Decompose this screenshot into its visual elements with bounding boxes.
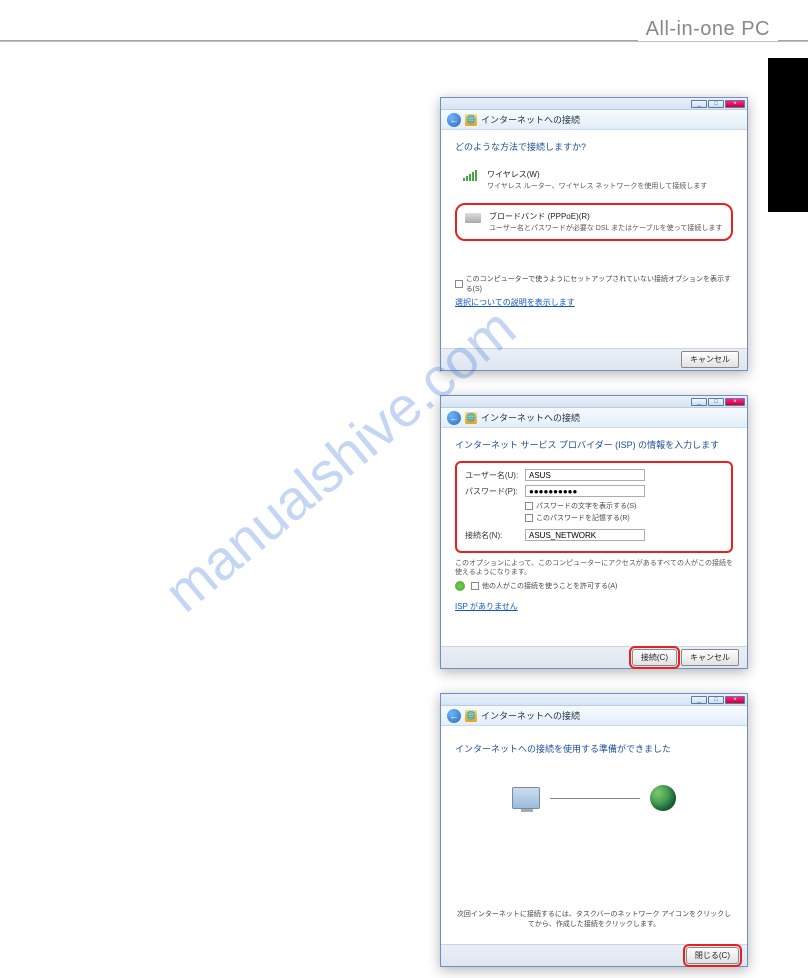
dialog-header: ← 🌐 インターネットへの接続 bbox=[441, 706, 747, 726]
window-controls: _ □ × bbox=[441, 694, 747, 706]
maximize-button[interactable]: □ bbox=[708, 398, 724, 406]
connect-button[interactable]: 接続(C) bbox=[632, 649, 677, 666]
minimize-button[interactable]: _ bbox=[691, 696, 707, 704]
connection-name-label: 接続名(N): bbox=[465, 530, 519, 541]
ready-message: インターネットへの接続を使用する準備ができました bbox=[455, 742, 733, 755]
username-label: ユーザー名(U): bbox=[465, 470, 519, 481]
dialog-title: インターネットへの接続 bbox=[481, 709, 580, 722]
dialog-content: インターネットへの接続を使用する準備ができました 次回インターネットに接続するに… bbox=[441, 726, 747, 944]
connect-dialog-isp: _ □ × ← 🌐 インターネットへの接続 インターネット サービス プロバイダ… bbox=[440, 395, 748, 669]
network-icon: 🌐 bbox=[465, 710, 477, 722]
dialog-header: ← 🌐 インターネットへの接続 bbox=[441, 408, 747, 428]
dialog-content: インターネット サービス プロバイダー (ISP) の情報を入力します ユーザー… bbox=[441, 428, 747, 646]
connect-dialog-ready: _ □ × ← 🌐 インターネットへの接続 インターネットへの接続を使用する準備… bbox=[440, 693, 748, 967]
username-input[interactable] bbox=[525, 469, 645, 481]
network-icon: 🌐 bbox=[465, 412, 477, 424]
maximize-button[interactable]: □ bbox=[708, 696, 724, 704]
remember-password-row[interactable]: このパスワードを記憶する(R) bbox=[525, 513, 723, 523]
window-controls: _ □ × bbox=[441, 98, 747, 110]
prompt-text: インターネット サービス プロバイダー (ISP) の情報を入力します bbox=[455, 438, 733, 451]
globe-icon bbox=[650, 785, 676, 811]
dialog-title: インターネットへの接続 bbox=[481, 411, 580, 424]
share-note: このオプションによって、このコンピューターにアクセスがあるすべての人がこの接続を… bbox=[455, 559, 733, 577]
maximize-button[interactable]: □ bbox=[708, 100, 724, 108]
window-controls: _ □ × bbox=[441, 396, 747, 408]
cancel-button[interactable]: キャンセル bbox=[681, 649, 739, 666]
wifi-icon bbox=[463, 169, 479, 181]
network-icon: 🌐 bbox=[465, 114, 477, 126]
cancel-button[interactable]: キャンセル bbox=[681, 351, 739, 368]
allow-others-label: 他の人がこの接続を使うことを許可する(A) bbox=[482, 581, 617, 591]
show-all-row[interactable]: このコンピューターで使うようにセットアップされていない接続オプションを表示する(… bbox=[455, 274, 733, 294]
back-button[interactable]: ← bbox=[447, 411, 461, 425]
checkbox-icon[interactable] bbox=[471, 582, 479, 590]
help-link[interactable]: 選択についての説明を表示します bbox=[455, 298, 575, 307]
dialog-footer: 接続(C) キャンセル bbox=[441, 646, 747, 668]
close-dialog-button[interactable]: 閉じる(C) bbox=[686, 947, 739, 964]
close-button[interactable]: × bbox=[725, 696, 745, 704]
dialog-title: インターネットへの接続 bbox=[481, 113, 580, 126]
brand-label: All-in-one PC bbox=[638, 18, 778, 41]
show-password-row[interactable]: パスワードの文字を表示する(S) bbox=[525, 501, 723, 511]
monitor-icon bbox=[512, 787, 540, 809]
close-button[interactable]: × bbox=[725, 100, 745, 108]
dialog-content: どのような方法で接続しますか? ワイヤレス(W) ワイヤレス ルーター、ワイヤレ… bbox=[441, 130, 747, 348]
password-input[interactable] bbox=[525, 485, 645, 497]
checkbox-icon[interactable] bbox=[455, 280, 463, 288]
connection-name-input[interactable] bbox=[525, 529, 645, 541]
option-desc: ワイヤレス ルーター、ワイヤレス ネットワークを使用して接続します bbox=[487, 181, 707, 191]
checkbox-icon[interactable] bbox=[525, 514, 533, 522]
close-button[interactable]: × bbox=[725, 398, 745, 406]
remember-password-label: このパスワードを記憶する(R) bbox=[536, 513, 630, 523]
connect-dialog-method: _ □ × ← 🌐 インターネットへの接続 どのような方法で接続しますか? ワイ… bbox=[440, 97, 748, 371]
people-icon bbox=[455, 581, 465, 591]
modem-icon bbox=[465, 213, 481, 223]
connection-line-icon bbox=[550, 798, 640, 799]
no-isp-link[interactable]: ISP がありません bbox=[455, 602, 518, 611]
option-title: ワイヤレス(W) bbox=[487, 169, 707, 180]
option-broadband[interactable]: ブロードバンド (PPPoE)(R) ユーザー名とパスワードが必要な DSL ま… bbox=[455, 203, 733, 241]
prompt-text: どのような方法で接続しますか? bbox=[455, 140, 733, 153]
show-password-label: パスワードの文字を表示する(S) bbox=[536, 501, 636, 511]
connection-graphic bbox=[455, 785, 733, 811]
side-tab bbox=[768, 58, 808, 212]
dialog-footer: キャンセル bbox=[441, 348, 747, 370]
back-button[interactable]: ← bbox=[447, 113, 461, 127]
option-desc: ユーザー名とパスワードが必要な DSL またはケーブルを使って接続します bbox=[489, 223, 722, 233]
show-all-label: このコンピューターで使うようにセットアップされていない接続オプションを表示する(… bbox=[466, 274, 733, 294]
instruction-text: 次回インターネットに接続するには、タスクバーのネットワーク アイコンをクリックし… bbox=[455, 910, 733, 930]
password-label: パスワード(P): bbox=[465, 486, 519, 497]
dialog-footer: 閉じる(C) bbox=[441, 944, 747, 966]
minimize-button[interactable]: _ bbox=[691, 100, 707, 108]
option-wireless[interactable]: ワイヤレス(W) ワイヤレス ルーター、ワイヤレス ネットワークを使用して接続し… bbox=[455, 163, 733, 197]
option-title: ブロードバンド (PPPoE)(R) bbox=[489, 211, 722, 222]
back-button[interactable]: ← bbox=[447, 709, 461, 723]
minimize-button[interactable]: _ bbox=[691, 398, 707, 406]
checkbox-icon[interactable] bbox=[525, 502, 533, 510]
allow-others-row[interactable]: 他の人がこの接続を使うことを許可する(A) bbox=[455, 581, 733, 591]
isp-form: ユーザー名(U): パスワード(P): パスワードの文字を表示する(S) このパ… bbox=[455, 461, 733, 553]
dialog-header: ← 🌐 インターネットへの接続 bbox=[441, 110, 747, 130]
